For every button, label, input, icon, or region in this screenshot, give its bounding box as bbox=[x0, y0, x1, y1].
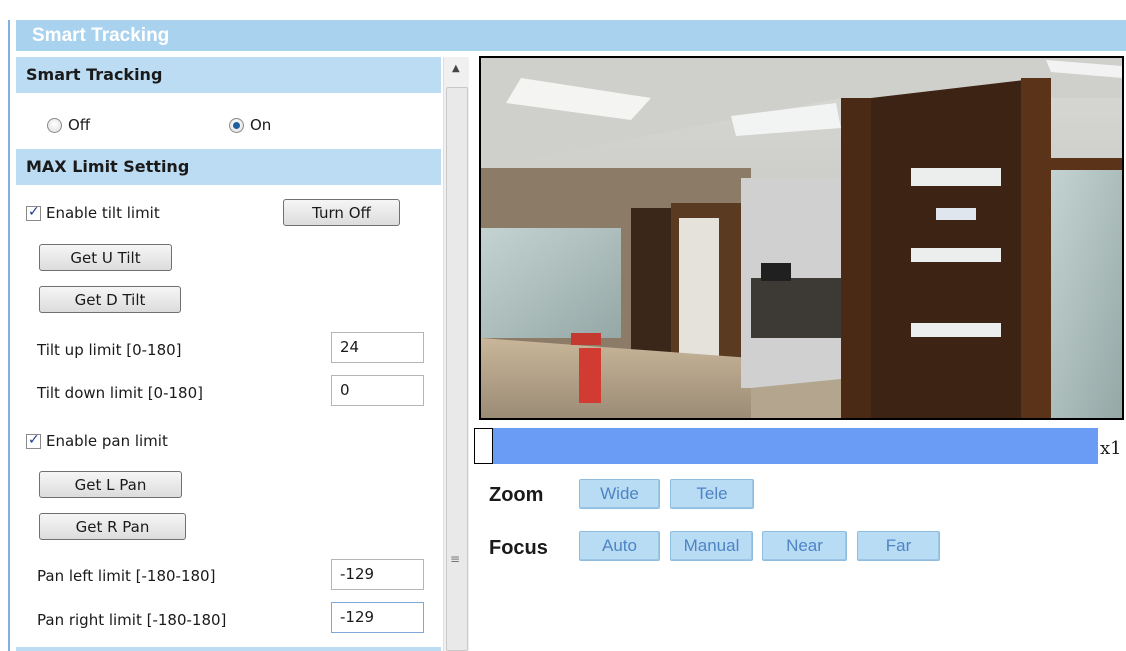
tilt-down-input[interactable]: 0 bbox=[331, 375, 424, 406]
tilt-limit-label: Enable tilt limit bbox=[46, 204, 160, 222]
settings-panel: Smart Tracking Off On MAX Limit Setting … bbox=[16, 57, 441, 651]
next-section-heading bbox=[16, 647, 441, 651]
smart-tracking-heading: Smart Tracking bbox=[16, 57, 441, 93]
enable-pan-limit[interactable]: Enable pan limit bbox=[26, 426, 168, 456]
pan-right-input[interactable]: -129 bbox=[331, 602, 424, 633]
radio-on-icon[interactable] bbox=[229, 117, 244, 133]
focus-auto-button[interactable]: Auto bbox=[579, 531, 660, 561]
tilt-up-label: Tilt up limit [0-180] bbox=[37, 341, 182, 359]
zoom-slider-track[interactable] bbox=[474, 428, 1098, 464]
page-title: Smart Tracking bbox=[16, 20, 1126, 51]
turn-off-button[interactable]: Turn Off bbox=[283, 199, 400, 226]
get-d-tilt-button[interactable]: Get D Tilt bbox=[39, 286, 181, 313]
pan-right-label: Pan right limit [-180-180] bbox=[37, 611, 227, 629]
pan-left-label: Pan left limit [-180-180] bbox=[37, 567, 216, 585]
focus-far-button[interactable]: Far bbox=[857, 531, 940, 561]
radio-off-icon[interactable] bbox=[47, 117, 62, 133]
page-left-border bbox=[8, 20, 10, 651]
pan-limit-checkbox[interactable] bbox=[26, 432, 41, 449]
focus-near-button[interactable]: Near bbox=[762, 531, 847, 561]
scroll-up-arrow-icon[interactable]: ▲ bbox=[452, 63, 460, 74]
zoom-slider-handle[interactable] bbox=[474, 428, 493, 464]
tilt-limit-checkbox[interactable] bbox=[26, 204, 41, 221]
scrollbar-thumb[interactable] bbox=[446, 87, 468, 651]
zoom-wide-button[interactable]: Wide bbox=[579, 479, 660, 509]
tilt-up-input[interactable]: 24 bbox=[331, 332, 424, 363]
focus-manual-button[interactable]: Manual bbox=[670, 531, 753, 561]
tilt-down-label: Tilt down limit [0-180] bbox=[37, 384, 203, 402]
camera-scene-image bbox=[481, 58, 1122, 418]
camera-video-feed[interactable] bbox=[479, 56, 1124, 420]
pan-limit-label: Enable pan limit bbox=[46, 432, 168, 450]
zoom-level-readout: x1 bbox=[1100, 438, 1122, 459]
radio-on-option[interactable]: On bbox=[229, 110, 271, 140]
panel-scrollbar[interactable]: ▲ ≡ bbox=[443, 57, 469, 651]
zoom-tele-button[interactable]: Tele bbox=[670, 479, 754, 509]
enable-tilt-limit[interactable]: Enable tilt limit bbox=[26, 198, 160, 228]
get-u-tilt-button[interactable]: Get U Tilt bbox=[39, 244, 172, 271]
pan-left-input[interactable]: -129 bbox=[331, 559, 424, 590]
radio-on-label: On bbox=[250, 116, 272, 134]
scrollbar-grip-icon: ≡ bbox=[450, 552, 461, 566]
radio-off-label: Off bbox=[68, 116, 91, 134]
get-l-pan-button[interactable]: Get L Pan bbox=[39, 471, 182, 498]
focus-label: Focus bbox=[489, 537, 548, 559]
get-r-pan-button[interactable]: Get R Pan bbox=[39, 513, 186, 540]
max-limit-heading: MAX Limit Setting bbox=[16, 149, 441, 185]
zoom-label: Zoom bbox=[489, 484, 544, 506]
radio-off-option[interactable]: Off bbox=[47, 110, 90, 140]
